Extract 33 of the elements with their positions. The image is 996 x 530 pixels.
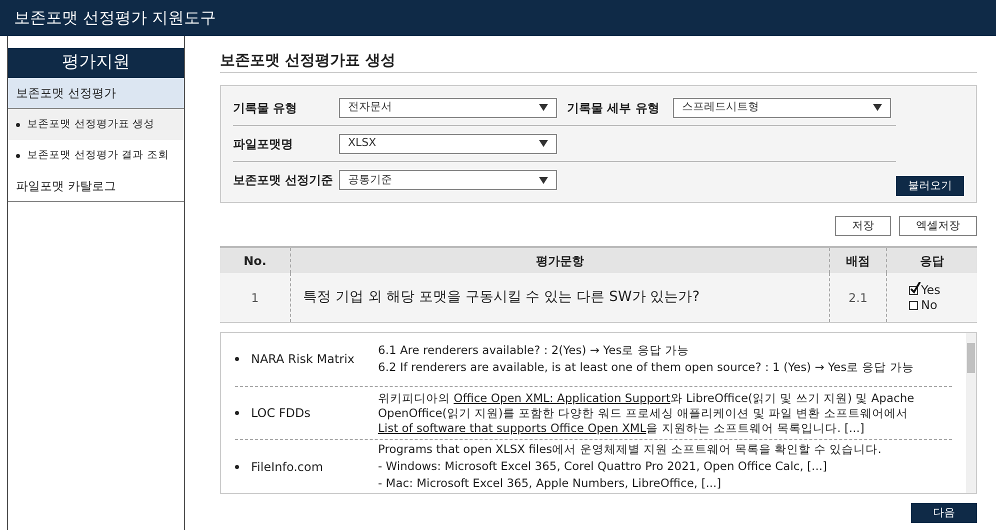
load-button[interactable]: 불러오기 (896, 176, 964, 196)
title-bar: 보존포맷 선정평가 지원도구 (0, 0, 996, 36)
field-label: 기록물 세부 유형 (567, 100, 660, 116)
reference-source: LOC FDDs (251, 405, 311, 422)
action-button[interactable]: 저장 (835, 216, 891, 236)
dropdown[interactable]: XLSX (339, 134, 557, 154)
reference-link[interactable]: Office Open XML: Application Support (454, 390, 670, 404)
dropdown[interactable]: 전자문서 (339, 98, 557, 118)
page-title: 보존포맷 선정평가표 생성 (220, 49, 977, 73)
sidebar-title: 평가지원 (8, 48, 184, 78)
reference-source: FileInfo.com (251, 458, 324, 476)
field-label: 파일포맷명 (233, 136, 294, 152)
field-label: 보존포맷 선정기준 (233, 172, 334, 189)
reference-text: 위키피디아의 Office Open XML: Application Support와 LibreOffice(읽기 및 쓰기 지원) 및 Apache OpenOffice(읽기 지원)를 포함한 다양한 워드 프로세싱 애플리케이션 및 파일 변환 소프트웨어에서 List of software that supports Office Open XML을 지원하는 소프트웨어 목록입니다. [...] (378, 390, 916, 436)
next-button[interactable]: 다음 (911, 503, 977, 523)
sidebar-item[interactable]: 보존포맷 선정평가 (8, 78, 184, 109)
reference-text: 6.2 If renderers are available, is at least one of them open source? : 1 (Yes) → Yes로 응답 가능 (378, 360, 915, 376)
sidebar-item[interactable]: 보존포맷 선정평가표 생성 (8, 109, 184, 140)
reference-text: - Windows: Microsoft Excel 365, Corel Quattro Pro 2021, Open Office Calc, [...] (378, 459, 828, 474)
table-cell: 2.1 (829, 273, 886, 322)
action-button[interactable]: 엑셀저장 (899, 216, 977, 236)
reference-text: - Mac: Microsoft Excel 365, Apple Numbers, LibreOffice, [...] (378, 476, 722, 492)
reference-text: 6.1 Are renderers available? : 2(Yes) → Yes로 응답 가능 (378, 343, 690, 358)
column-header: No. (242, 252, 268, 270)
response-option[interactable]: No (909, 298, 977, 312)
question-text: 특정 기업 외 해당 포맷을 구동시킬 수 있는 다른 SW가 있는가? (290, 273, 829, 322)
reference-link[interactable]: List of software that supports Office Open XML (378, 420, 646, 434)
dropdown[interactable]: 공통기준 (339, 170, 557, 190)
table-cell-text: 1 (250, 290, 260, 306)
reference-text: Programs that open XLSX files에서 운영체제별 지원 소프트웨어 목록을 확인할 수 있습니다. (378, 442, 882, 458)
reference-source: NARA Risk Matrix (251, 351, 355, 368)
field-label: 기록물 유형 (233, 100, 298, 116)
dropdown[interactable]: 스프레드시트형 (673, 98, 891, 118)
